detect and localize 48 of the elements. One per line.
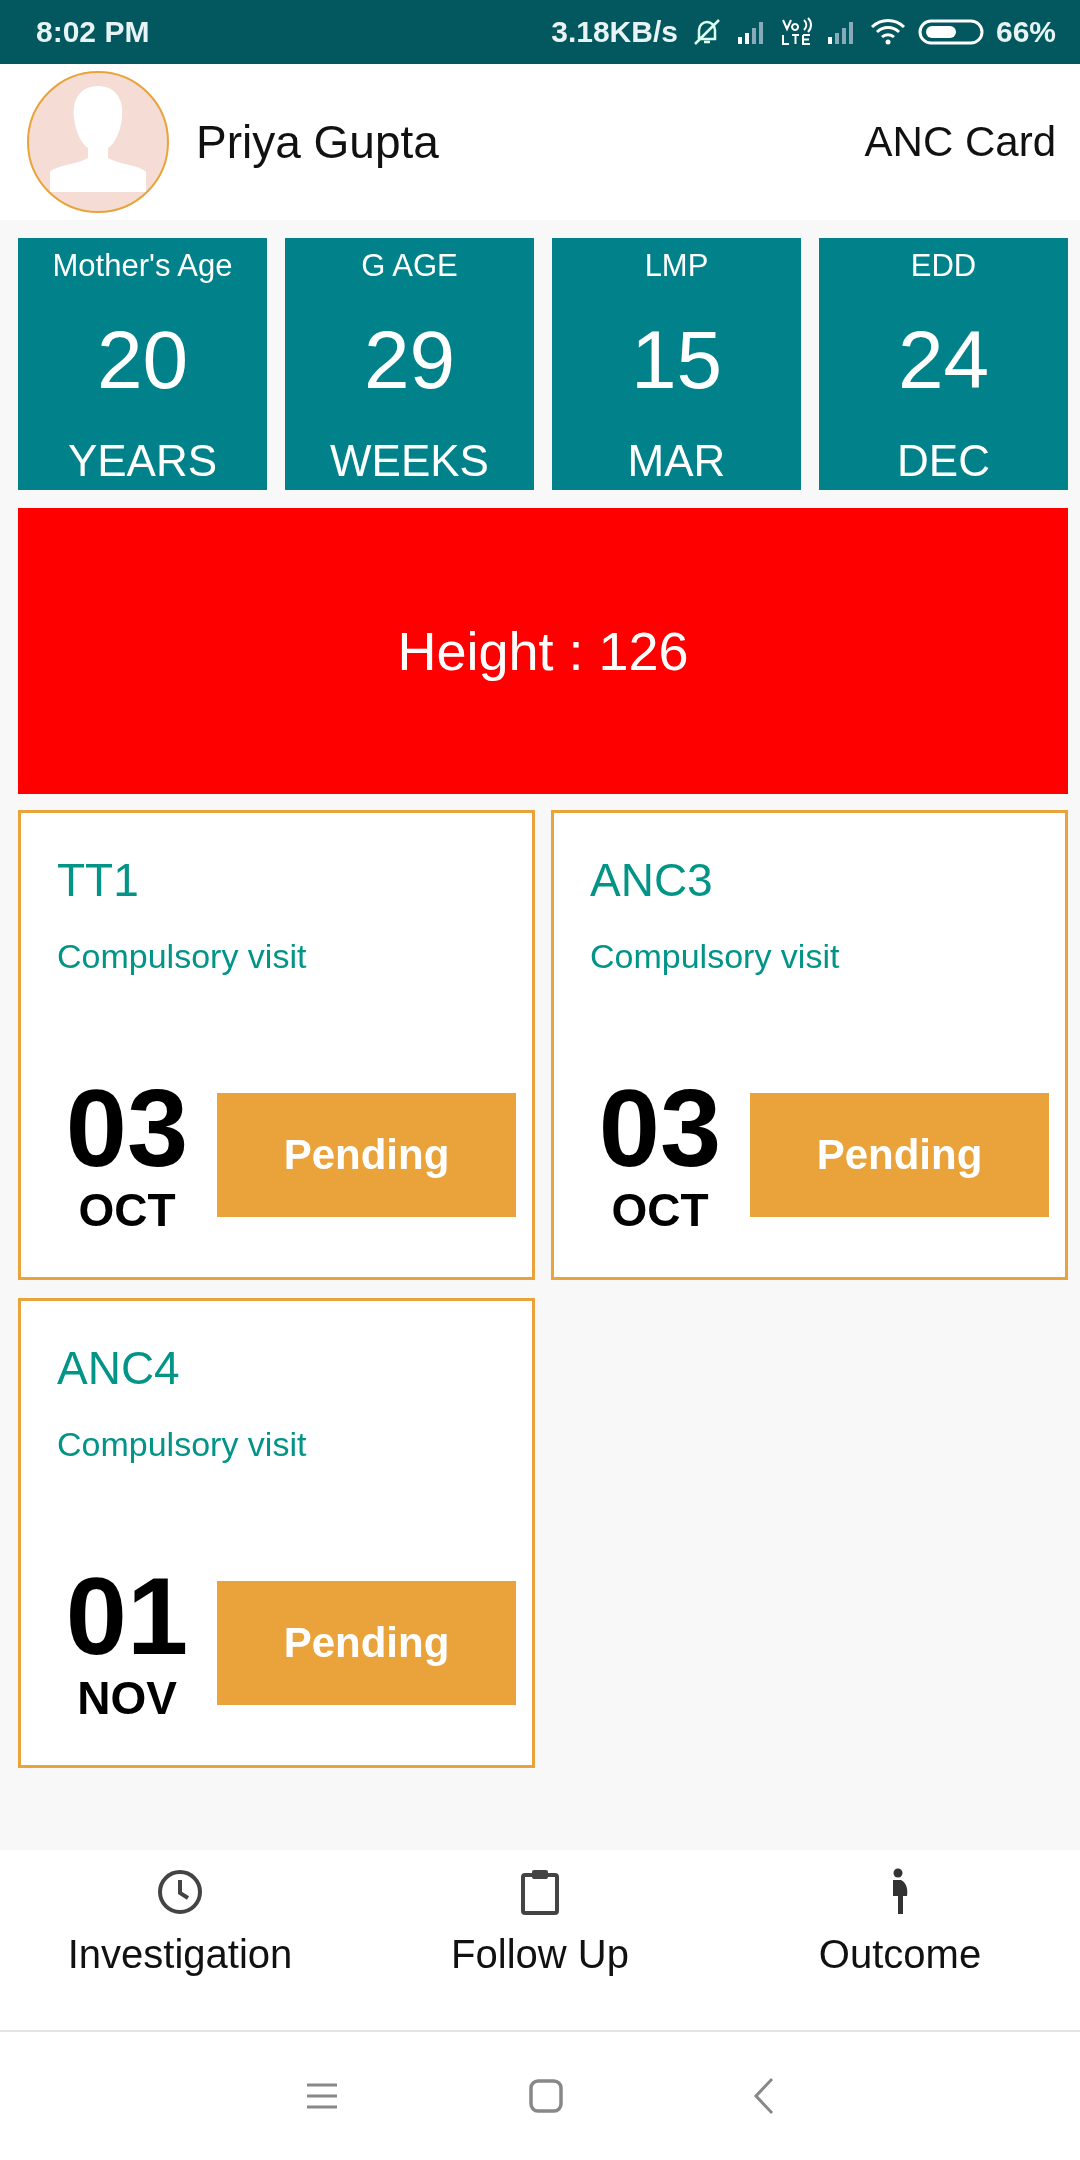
nav-item[interactable]: Outcome [720,1850,1080,2030]
stat-label: LMP [644,248,709,284]
visit-day: 03 [65,1073,189,1183]
stat-value: 29 [363,313,456,407]
visit-card[interactable]: ANC3 Compulsory visit 03 OCT Pending [551,810,1068,1280]
stat-value: 15 [630,313,723,407]
nav-label: Outcome [818,1932,982,1977]
height-text: Height : 126 [397,620,689,682]
nav-label: Investigation [67,1932,293,1977]
visit-name: ANC3 [590,853,714,907]
avatar-icon [26,70,170,214]
visit-card[interactable]: TT1 Compulsory visit 03 OCT Pending [18,810,535,1280]
visit-day: 03 [598,1073,722,1183]
battery-icon [917,18,984,46]
network-speed: 3.18KB/s [551,15,678,49]
stat-value: 20 [96,313,189,407]
stat-label: G AGE [361,248,458,284]
visit-card[interactable]: ANC4 Compulsory visit 01 NOV Pending [18,1298,535,1768]
stat-unit: YEARS [67,436,218,486]
nav-item[interactable]: Investigation [0,1850,360,2030]
stat-label: EDD [910,248,977,284]
clock-icon [156,1868,204,1916]
visit-month: NOV [77,1671,177,1725]
home-icon[interactable] [529,2079,563,2113]
screen-title: ANC Card [864,118,1056,166]
nav-label: Follow Up [451,1932,629,1977]
menu-icon[interactable] [305,2082,339,2110]
wifi-icon [869,18,906,46]
nav-item[interactable]: Follow Up [360,1850,720,2030]
visit-day: 01 [65,1561,189,1671]
back-icon[interactable] [753,2077,775,2115]
stat-unit: MAR [627,436,726,486]
patient-name: Priya Gupta [196,115,440,169]
stat-label: Mother's Age [52,248,233,284]
volte-icon [779,17,814,47]
stat-value: 24 [897,313,990,407]
visit-type: Compulsory visit [57,937,308,976]
visit-type: Compulsory visit [57,1425,308,1464]
visit-month: OCT [78,1183,176,1237]
visit-name: ANC4 [57,1341,181,1395]
visit-month: OCT [611,1183,709,1237]
battery-level: 66% [995,15,1056,49]
visit-name: TT1 [57,853,140,907]
visit-type: Compulsory visit [590,937,841,976]
stat-unit: WEEKS [330,436,489,486]
status-time: 8:02 PM [36,15,150,49]
stat-unit: DEC [897,436,990,486]
clipboard-icon [520,1868,560,1916]
